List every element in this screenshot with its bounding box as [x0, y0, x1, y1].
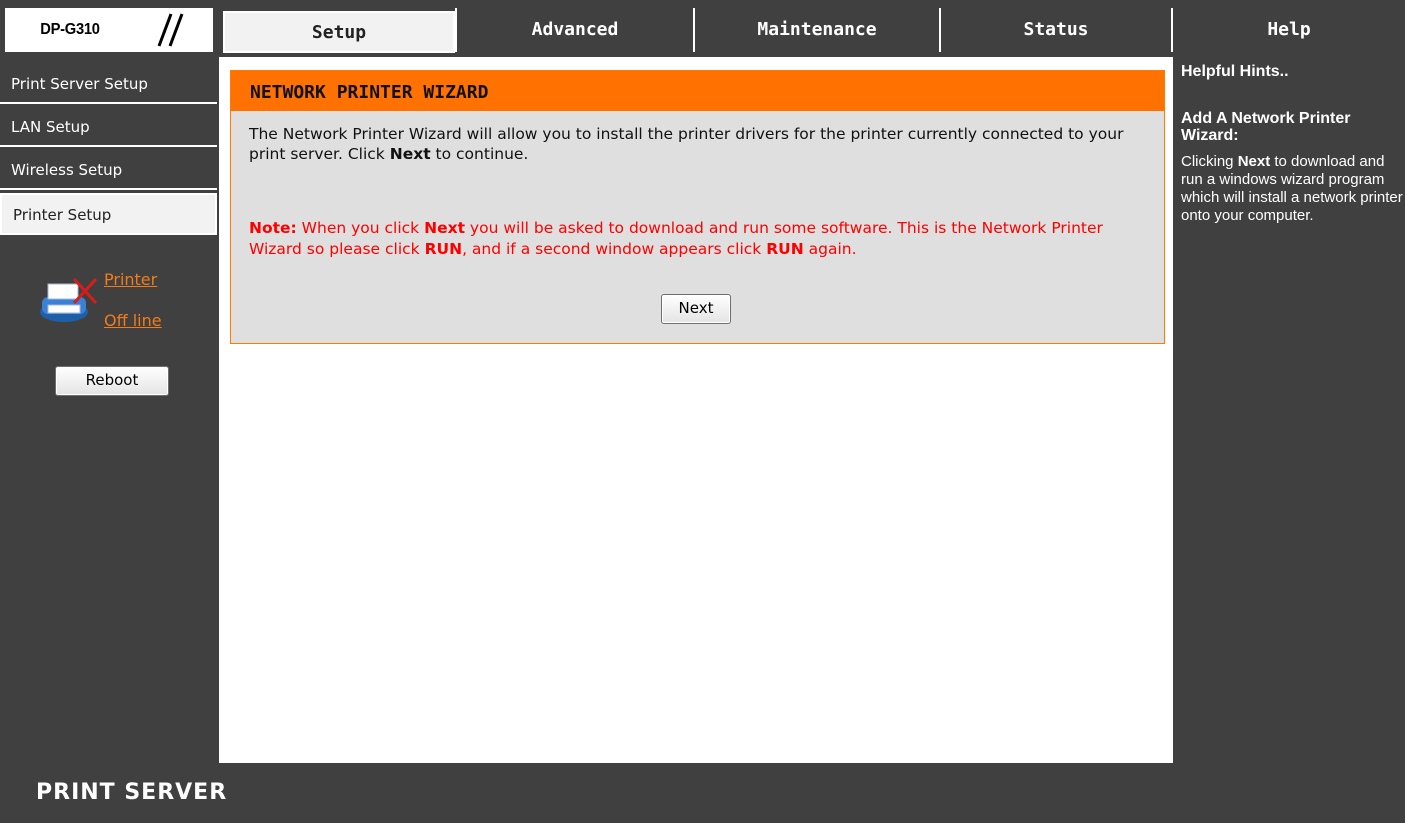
reboot-button[interactable]: Reboot	[55, 366, 169, 396]
note-text: again.	[803, 240, 857, 258]
tab-advanced[interactable]: Advanced	[457, 8, 693, 52]
sidebar-item-print-server-setup[interactable]: Print Server Setup	[0, 64, 217, 104]
hints-subtitle: Add A Network Printer Wizard:	[1181, 110, 1351, 144]
network-printer-wizard-panel: NETWORK PRINTER WIZARD The Network Print…	[230, 70, 1165, 344]
intro-text-end: to continue.	[430, 145, 529, 163]
printer-status-link[interactable]: Printer	[104, 270, 157, 289]
brand-slashes-icon	[157, 13, 184, 47]
tab-help[interactable]: Help	[1173, 8, 1405, 52]
main-tabs: Setup Advanced Maintenance Status Help	[221, 8, 1405, 53]
wizard-title: NETWORK PRINTER WIZARD	[250, 82, 489, 103]
note-text: , and if a second window appears click	[462, 240, 767, 258]
wizard-header: NETWORK PRINTER WIZARD	[231, 71, 1164, 111]
note-next-bold: Next	[424, 219, 465, 237]
top-bar: DP-G310 Setup Advanced Maintenance Statu…	[0, 0, 1405, 57]
sidebar-item-printer-setup[interactable]: Printer Setup	[0, 193, 217, 235]
model-badge: DP-G310	[5, 8, 213, 52]
intro-text: The Network Printer Wizard will allow yo…	[249, 125, 1124, 163]
helpful-hints-panel: Helpful Hints.. Add A Network Printer Wi…	[1173, 57, 1405, 763]
note-run-bold: RUN	[424, 240, 463, 258]
sidebar: Print Server Setup LAN Setup Wireless Se…	[0, 57, 219, 763]
hints-body: Clicking Next to download and run a wind…	[1181, 153, 1403, 225]
wizard-note: Note: When you click Next you will be as…	[249, 218, 1154, 260]
next-button[interactable]: Next	[661, 294, 731, 324]
hints-next-bold: Next	[1237, 153, 1271, 170]
note-run-bold: RUN	[766, 240, 804, 258]
footer: PRINT SERVER	[0, 763, 1405, 823]
printer-offline-link[interactable]: Off line	[104, 311, 162, 330]
note-text: When you click	[296, 219, 425, 237]
note-label: Note:	[249, 219, 297, 237]
tab-setup[interactable]: Setup	[223, 11, 455, 53]
tab-maintenance[interactable]: Maintenance	[695, 8, 939, 52]
sidebar-item-lan-setup[interactable]: LAN Setup	[0, 107, 217, 147]
hints-title: Helpful Hints..	[1181, 63, 1289, 80]
intro-next-bold: Next	[389, 145, 431, 163]
hints-text: Clicking	[1181, 153, 1238, 170]
printer-offline-icon	[40, 277, 98, 322]
sidebar-item-wireless-setup[interactable]: Wireless Setup	[0, 150, 217, 190]
footer-product-label: PRINT SERVER	[36, 780, 228, 805]
model-name: DP-G310	[40, 21, 100, 38]
tab-status[interactable]: Status	[941, 8, 1171, 52]
wizard-intro-text: The Network Printer Wizard will allow yo…	[249, 124, 1149, 164]
